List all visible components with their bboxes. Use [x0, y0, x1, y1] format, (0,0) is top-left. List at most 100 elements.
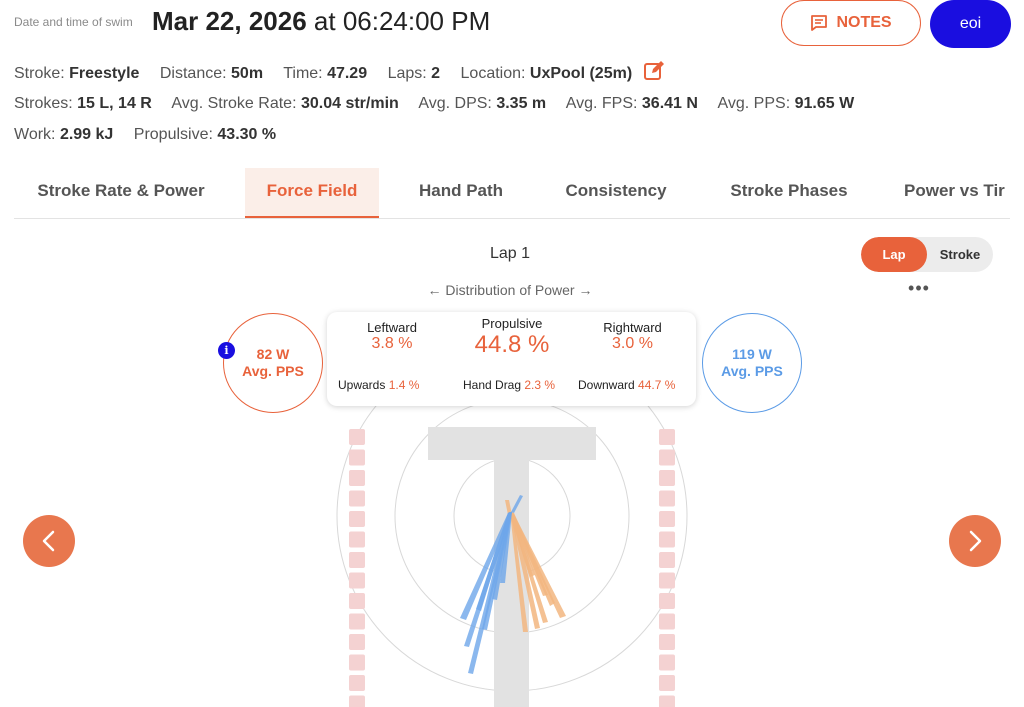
propulsive-dist-label: Propulsive — [481, 316, 543, 331]
info-icon[interactable]: i — [218, 342, 235, 359]
lane-float — [659, 593, 675, 609]
stats-row-1: Stroke: Freestyle Distance: 50m Time: 47… — [14, 60, 665, 83]
lane-float — [659, 613, 675, 630]
stroke-rate-label: Avg. Stroke Rate: — [171, 95, 297, 112]
stroke-value: Freestyle — [69, 65, 140, 82]
propulsive-dist-value: 44.8 % — [474, 331, 550, 358]
at-text: at — [306, 6, 343, 36]
propulsive-label: Propulsive: — [133, 126, 213, 143]
lane-float — [659, 552, 675, 568]
downward-value: 44.7 % — [638, 378, 676, 392]
laps-label: Laps: — [387, 65, 427, 82]
propulsive-value: 43.30 % — [217, 126, 277, 143]
lane-float — [349, 654, 365, 671]
lane-float — [349, 572, 365, 589]
lane-rope-right — [659, 429, 675, 707]
lane-float — [659, 675, 675, 691]
stroke-label: Stroke: — [14, 65, 65, 82]
lane-float — [349, 470, 365, 486]
swim-datetime: Mar 22, 2026 at 06:24:00 PM — [152, 6, 490, 37]
left-hand-pps-circle: 82 W Avg. PPS — [223, 313, 323, 413]
lane-float — [349, 531, 365, 548]
stats-row-2: Strokes: 15 L, 14 R Avg. Stroke Rate: 30… — [14, 95, 870, 113]
distance-value: 50m — [231, 65, 264, 82]
right-pps-value: 119 W — [732, 346, 772, 362]
upwards-value: 1.4 % — [388, 378, 420, 392]
tab-stroke-phases[interactable]: Stroke Phases — [724, 168, 854, 218]
work-label: Work: — [14, 126, 56, 143]
time-label: Time: — [283, 65, 323, 82]
lane-float — [349, 634, 365, 650]
pps-label: Avg. PPS: — [717, 95, 791, 112]
stats-row-3: Work: 2.99 kJ Propulsive: 43.30 % — [14, 126, 292, 144]
laps-value: 2 — [431, 65, 441, 82]
rightward-value: 3.0 % — [612, 335, 653, 352]
lane-float — [659, 654, 675, 671]
tab-hand-path[interactable]: Hand Path — [411, 168, 511, 218]
lane-float — [659, 490, 675, 507]
chevron-left-icon — [42, 530, 55, 552]
lane-float — [349, 675, 365, 691]
location-value: UxPool (25m) — [529, 65, 633, 82]
leftward-label: Leftward — [367, 320, 417, 335]
rightward-label: Rightward — [603, 320, 662, 335]
lane-float — [659, 429, 675, 445]
lane-float — [659, 470, 675, 486]
distribution-card: Leftward 3.8 % Propulsive 44.8 % Rightwa… — [327, 312, 696, 406]
lane-float — [349, 613, 365, 630]
right-hand-pps-circle: 119 W Avg. PPS — [702, 313, 802, 413]
next-lap-button[interactable] — [949, 515, 1001, 567]
notes-label: NOTES — [836, 14, 892, 31]
lane-float — [349, 490, 365, 507]
tab-consistency[interactable]: Consistency — [558, 168, 674, 218]
note-icon — [811, 15, 828, 31]
fps-value: 36.41 N — [641, 95, 698, 112]
location-label: Location: — [460, 65, 526, 82]
left-pps-label: Avg. PPS — [242, 363, 304, 379]
swim-time: 06:24:00 PM — [342, 6, 491, 36]
lane-float — [349, 449, 365, 466]
user-button[interactable]: eoi — [930, 0, 1011, 48]
hand-drag-value: 2.3 % — [524, 378, 556, 392]
lane-float — [349, 429, 365, 445]
time-value: 47.29 — [327, 65, 368, 82]
left-pps-value: 82 W — [256, 346, 290, 362]
tab-stroke-rate-power[interactable]: Stroke Rate & Power — [36, 168, 206, 218]
toggle-stroke[interactable]: Stroke — [927, 237, 993, 272]
chevron-right-icon — [969, 530, 982, 552]
work-value: 2.99 kJ — [59, 126, 114, 143]
dps-value: 3.35 m — [496, 95, 547, 112]
lane-float — [659, 634, 675, 650]
pps-value: 91.65 W — [794, 95, 855, 112]
upwards-label: Upwards — [338, 378, 386, 392]
swim-date: Mar 22, 2026 — [152, 6, 307, 36]
edit-icon[interactable] — [643, 60, 665, 82]
downward-label: Downward — [578, 378, 635, 392]
lane-float — [349, 511, 365, 527]
notes-button[interactable]: NOTES — [781, 0, 921, 46]
dps-label: Avg. DPS: — [418, 95, 492, 112]
lane-rope-left — [349, 429, 365, 707]
right-pps-label: Avg. PPS — [721, 363, 783, 379]
previous-lap-button[interactable] — [23, 515, 75, 567]
fps-label: Avg. FPS: — [565, 95, 638, 112]
leftward-value: 3.8 % — [371, 335, 413, 352]
tab-bar: Stroke Rate & Power Force Field Hand Pat… — [14, 168, 1010, 219]
tab-force-field[interactable]: Force Field — [245, 168, 379, 218]
lap-stroke-toggle: Lap Stroke — [861, 237, 993, 272]
toggle-lap[interactable]: Lap — [861, 237, 927, 272]
hand-drag-label: Hand Drag — [463, 378, 522, 392]
lane-float — [659, 531, 675, 548]
lane-float — [659, 572, 675, 589]
lane-float — [349, 552, 365, 568]
more-options-icon[interactable]: ••• — [905, 279, 933, 299]
tab-power-vs-time[interactable]: Power vs Tir — [904, 168, 1010, 218]
strokes-label: Strokes: — [14, 95, 73, 112]
lane-float — [349, 695, 365, 707]
lane-float — [659, 695, 675, 707]
lane-float — [349, 593, 365, 609]
lap-title: Lap 1 — [489, 245, 531, 262]
distance-label: Distance: — [159, 65, 227, 82]
lane-float — [659, 511, 675, 527]
stroke-rate-value: 30.04 str/min — [300, 95, 399, 112]
